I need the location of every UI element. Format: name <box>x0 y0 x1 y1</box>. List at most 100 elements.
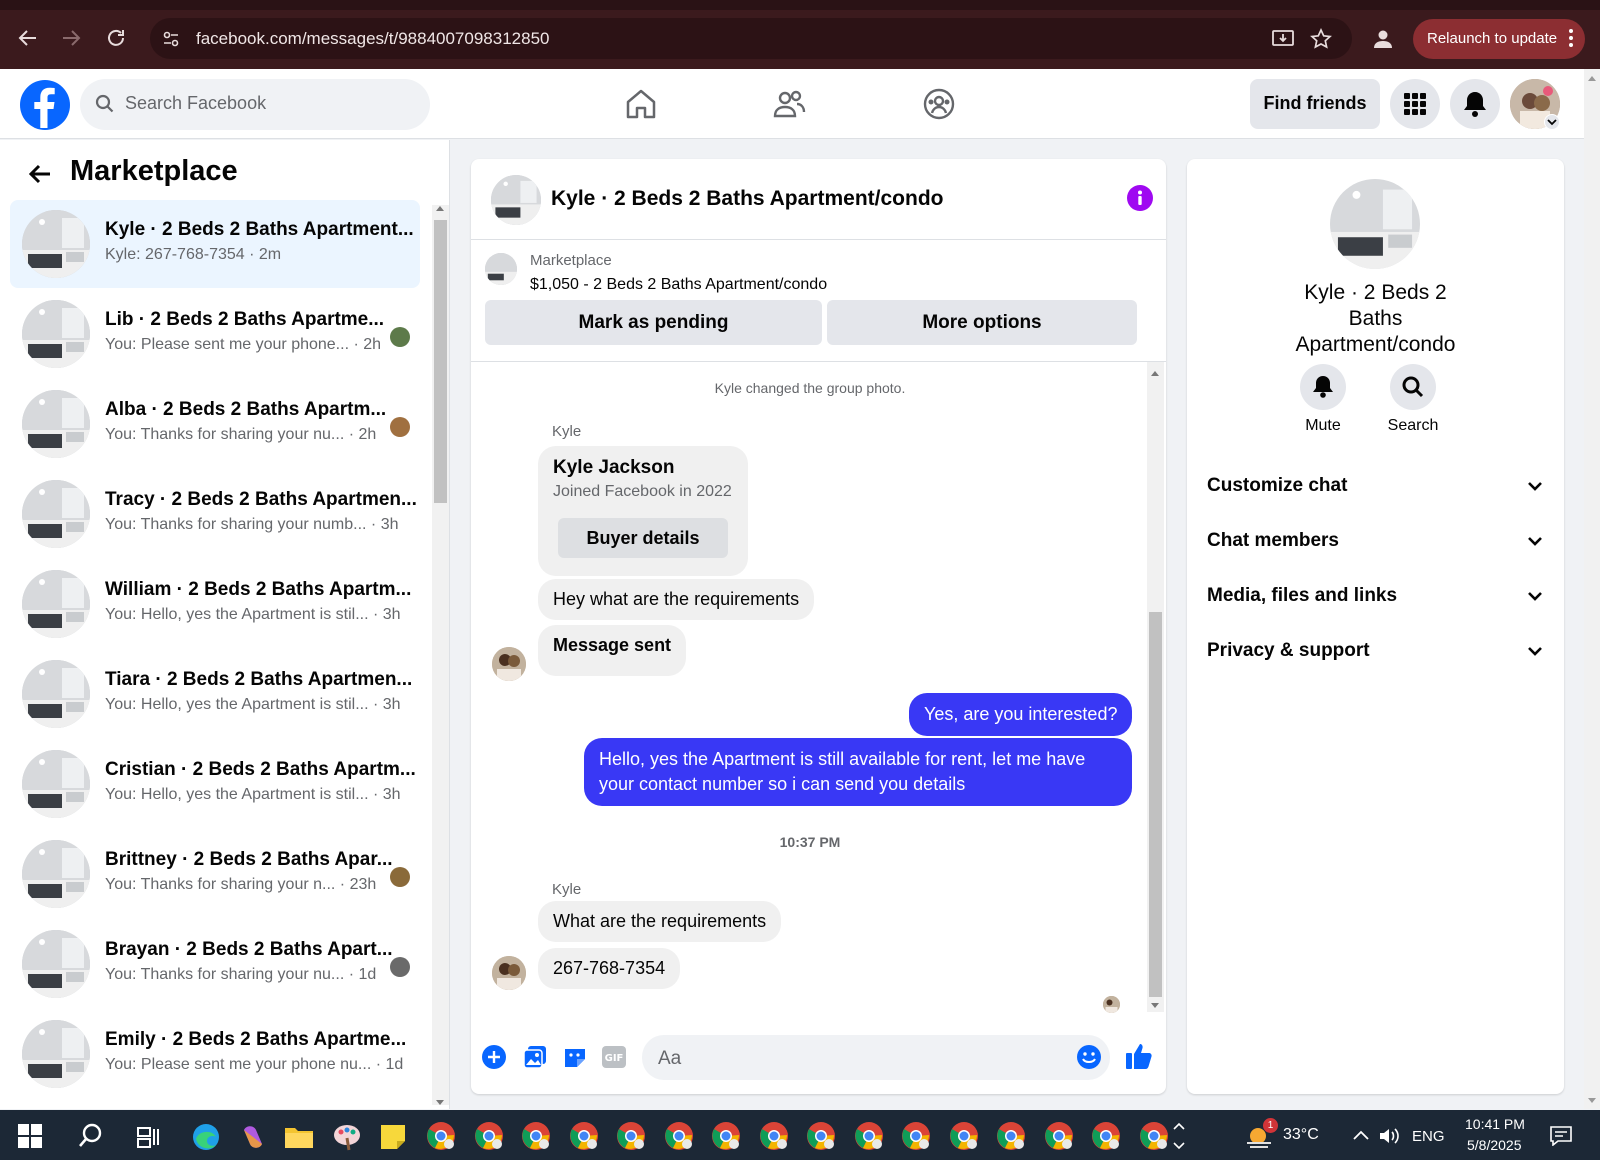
show-hidden-icons[interactable] <box>1172 1121 1186 1151</box>
groups-icon[interactable] <box>922 87 956 121</box>
listing-thumbnail[interactable] <box>485 253 517 285</box>
profile-icon[interactable] <box>1372 28 1394 50</box>
notification-center-icon[interactable] <box>1550 1126 1572 1146</box>
menu-grid-button[interactable] <box>1390 79 1440 129</box>
windows-start-icon[interactable] <box>18 1124 42 1148</box>
chat-scroll-up-arrow[interactable] <box>1151 371 1159 376</box>
mute-button[interactable] <box>1300 364 1346 410</box>
find-friends-button[interactable]: Find friends <box>1250 79 1380 129</box>
media-files-links-section[interactable]: Media, files and links <box>1207 585 1397 607</box>
language-indicator[interactable]: ENG <box>1412 1128 1445 1145</box>
photo-icon[interactable] <box>522 1044 548 1070</box>
chrome-taskbar-icon[interactable] <box>1139 1121 1169 1151</box>
privacy-support-section[interactable]: Privacy & support <box>1207 640 1370 662</box>
conversation-item[interactable]: Emily · 2 Beds 2 Baths Apartme... You: Pl… <box>10 1010 420 1098</box>
chrome-taskbar-icon[interactable] <box>474 1121 504 1151</box>
relaunch-button[interactable]: Relaunch to update <box>1413 19 1585 59</box>
conversation-photo[interactable] <box>1330 179 1420 269</box>
kyle-avatar[interactable] <box>492 647 526 681</box>
conversation-item[interactable]: Tracy · 2 Beds 2 Baths Apartmen... You: T… <box>10 470 420 558</box>
account-chevron-icon[interactable] <box>1544 114 1560 130</box>
edge-icon[interactable] <box>191 1122 221 1152</box>
home-icon[interactable] <box>624 87 658 121</box>
conversation-item[interactable]: Tiara · 2 Beds 2 Baths Apartmen... You: H… <box>10 650 420 738</box>
page-scroll-up-arrow[interactable] <box>1588 76 1596 81</box>
site-info-icon[interactable] <box>162 30 180 48</box>
notifications-button[interactable] <box>1450 79 1500 129</box>
chevron-down-icon[interactable] <box>1527 590 1543 602</box>
back-icon[interactable] <box>17 27 39 49</box>
conversation-item[interactable]: Cristian · 2 Beds 2 Baths Apartm... You: … <box>10 740 420 828</box>
conversation-item[interactable]: Lib · 2 Beds 2 Baths Apartme... You: Plea… <box>10 290 420 378</box>
chevron-down-icon[interactable] <box>1527 535 1543 547</box>
sticker-icon[interactable] <box>562 1044 588 1070</box>
conversation-item[interactable]: Kyle · 2 Beds 2 Baths Apartment... Kyle: … <box>10 200 420 288</box>
bookmark-star-icon[interactable] <box>1310 28 1332 50</box>
like-icon[interactable] <box>1124 1041 1154 1071</box>
buyer-details-button[interactable]: Buyer details <box>558 518 728 558</box>
reload-icon[interactable] <box>105 27 127 49</box>
emoji-icon[interactable] <box>1076 1044 1102 1070</box>
page-scroll-down-arrow[interactable] <box>1588 1098 1596 1103</box>
chrome-taskbar-icon[interactable] <box>569 1121 599 1151</box>
conversation-item[interactable]: Alba · 2 Beds 2 Baths Apartm... You: Than… <box>10 380 420 468</box>
kyle-avatar[interactable] <box>492 956 526 990</box>
listing-price[interactable]: $1,050 - 2 Beds 2 Baths Apartment/condo <box>530 276 827 294</box>
facebook-logo[interactable] <box>20 80 70 130</box>
customize-chat-section[interactable]: Customize chat <box>1207 475 1347 497</box>
page-scrollbar[interactable] <box>1584 69 1600 1109</box>
friends-icon[interactable] <box>772 87 806 121</box>
taskbar-search-icon[interactable] <box>77 1122 105 1150</box>
tray-chevron-up-icon[interactable] <box>1352 1128 1370 1142</box>
mark-as-pending-button[interactable]: Mark as pending <box>485 300 822 345</box>
chat-members-section[interactable]: Chat members <box>1207 530 1339 552</box>
message-sender-name: Kyle <box>552 423 582 440</box>
chat-info-icon[interactable] <box>1127 185 1153 211</box>
chevron-down-icon[interactable] <box>1527 645 1543 657</box>
back-arrow-icon[interactable] <box>27 161 53 187</box>
chrome-taskbar-icon[interactable] <box>1091 1121 1121 1151</box>
forward-icon[interactable] <box>60 27 82 49</box>
kebab-menu-icon[interactable] <box>1568 28 1574 48</box>
chrome-taskbar-icon[interactable] <box>521 1121 551 1151</box>
scroll-up-arrow[interactable] <box>436 206 444 211</box>
chrome-taskbar-icon[interactable] <box>996 1121 1026 1151</box>
conversation-scrollbar-thumb[interactable] <box>434 220 447 503</box>
message-input[interactable] <box>642 1035 1110 1080</box>
chrome-taskbar-icon[interactable] <box>806 1121 836 1151</box>
chrome-taskbar-icon[interactable] <box>854 1121 884 1151</box>
task-view-icon[interactable] <box>136 1125 160 1149</box>
more-options-button[interactable]: More options <box>827 300 1137 345</box>
chrome-taskbar-icon[interactable] <box>426 1121 456 1151</box>
add-attachment-icon[interactable] <box>481 1044 507 1070</box>
chat-header-thumbnail[interactable] <box>491 175 541 225</box>
clock-time[interactable]: 10:41 PM <box>1465 1116 1525 1132</box>
volume-icon[interactable] <box>1378 1126 1400 1146</box>
search-in-conversation-button[interactable] <box>1390 364 1436 410</box>
chrome-taskbar-icon[interactable] <box>664 1121 694 1151</box>
sticky-notes-icon[interactable] <box>380 1124 406 1150</box>
conversation-title: Emily · 2 Beds 2 Baths Apartme... <box>105 1029 407 1050</box>
chrome-taskbar-icon[interactable] <box>949 1121 979 1151</box>
scroll-down-arrow[interactable] <box>436 1100 444 1105</box>
conversation-preview: You: Thanks for sharing your numb... · 3… <box>105 516 399 533</box>
conversation-item[interactable]: William · 2 Beds 2 Baths Apartm... You: H… <box>10 560 420 648</box>
chrome-taskbar-icon[interactable] <box>616 1121 646 1151</box>
clock-date[interactable]: 5/8/2025 <box>1467 1137 1522 1153</box>
chrome-taskbar-icon[interactable] <box>1044 1121 1074 1151</box>
temperature[interactable]: 33°C <box>1283 1126 1319 1144</box>
copilot-icon[interactable] <box>238 1122 268 1152</box>
conversation-item[interactable]: Brayan · 2 Beds 2 Baths Apart... You: Tha… <box>10 920 420 1008</box>
chat-scroll-down-arrow[interactable] <box>1151 1003 1159 1008</box>
chrome-taskbar-icon[interactable] <box>759 1121 789 1151</box>
conversation-item[interactable]: Brittney · 2 Beds 2 Baths Apar... You: Th… <box>10 830 420 918</box>
chrome-taskbar-icon[interactable] <box>901 1121 931 1151</box>
chrome-taskbar-icon[interactable] <box>711 1121 741 1151</box>
url-text[interactable]: facebook.com/messages/t/9884007098312850 <box>196 29 549 49</box>
chevron-down-icon[interactable] <box>1527 480 1543 492</box>
paint-icon[interactable] <box>332 1122 362 1152</box>
chat-scrollbar-thumb[interactable] <box>1149 612 1162 997</box>
install-app-icon[interactable] <box>1272 29 1294 49</box>
file-explorer-icon[interactable] <box>284 1124 314 1150</box>
gif-icon[interactable]: GIF <box>601 1045 627 1069</box>
